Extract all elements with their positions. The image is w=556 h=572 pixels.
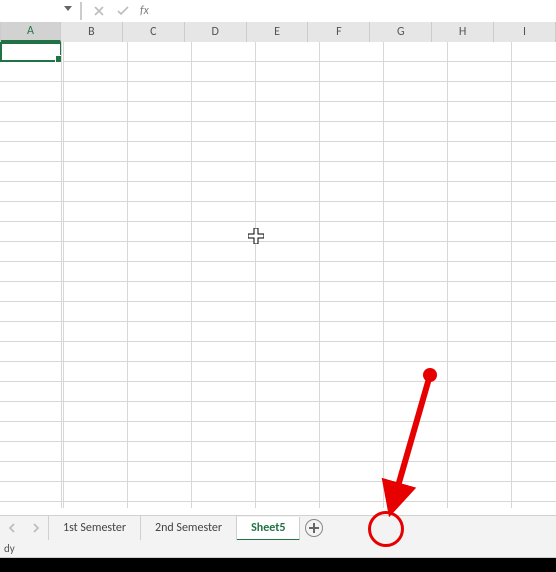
formula-bar: fx — [0, 0, 556, 23]
sheet-tab-1st-semester[interactable]: 1st Semester — [49, 516, 141, 540]
column-header-row: ABCDEFGHI — [0, 22, 556, 43]
column-header-A[interactable]: A — [1, 22, 61, 42]
column-header-F[interactable]: F — [308, 22, 370, 42]
formula-buttons: fx — [82, 1, 149, 21]
column-header-I[interactable]: I — [494, 22, 556, 42]
sheet-tabs: 1st Semester2nd SemesterSheet5 — [49, 516, 300, 540]
sheet-tab-bar: 1st Semester2nd SemesterSheet5 — [0, 515, 556, 541]
cancel-icon[interactable] — [88, 1, 110, 21]
fx-label[interactable]: fx — [136, 4, 149, 18]
column-header-G[interactable]: G — [370, 22, 432, 42]
column-header-C[interactable]: C — [123, 22, 185, 42]
tab-nav-group — [0, 516, 49, 540]
cells-grid[interactable] — [0, 42, 556, 508]
column-header-H[interactable]: H — [432, 22, 494, 42]
new-sheet-button[interactable] — [300, 516, 328, 540]
column-header-D[interactable]: D — [185, 22, 247, 42]
name-box-dropdown-icon — [64, 6, 72, 11]
confirm-icon[interactable] — [112, 1, 134, 21]
column-header-B[interactable]: B — [61, 22, 123, 42]
plus-icon — [305, 519, 323, 537]
formula-input[interactable] — [149, 0, 556, 22]
tab-scroll-right-icon[interactable] — [24, 516, 48, 540]
status-text: dy — [4, 542, 15, 555]
sheet-tab-sheet5[interactable]: Sheet5 — [237, 517, 300, 541]
tab-scroll-left-icon[interactable] — [0, 516, 24, 540]
selected-cell[interactable] — [0, 42, 62, 62]
name-box[interactable] — [0, 0, 78, 22]
column-header-E[interactable]: E — [247, 22, 309, 42]
sheet-tab-2nd-semester[interactable]: 2nd Semester — [141, 516, 237, 540]
select-all-corner[interactable] — [0, 22, 1, 42]
os-taskbar — [0, 558, 556, 572]
status-bar: dy — [0, 540, 556, 558]
